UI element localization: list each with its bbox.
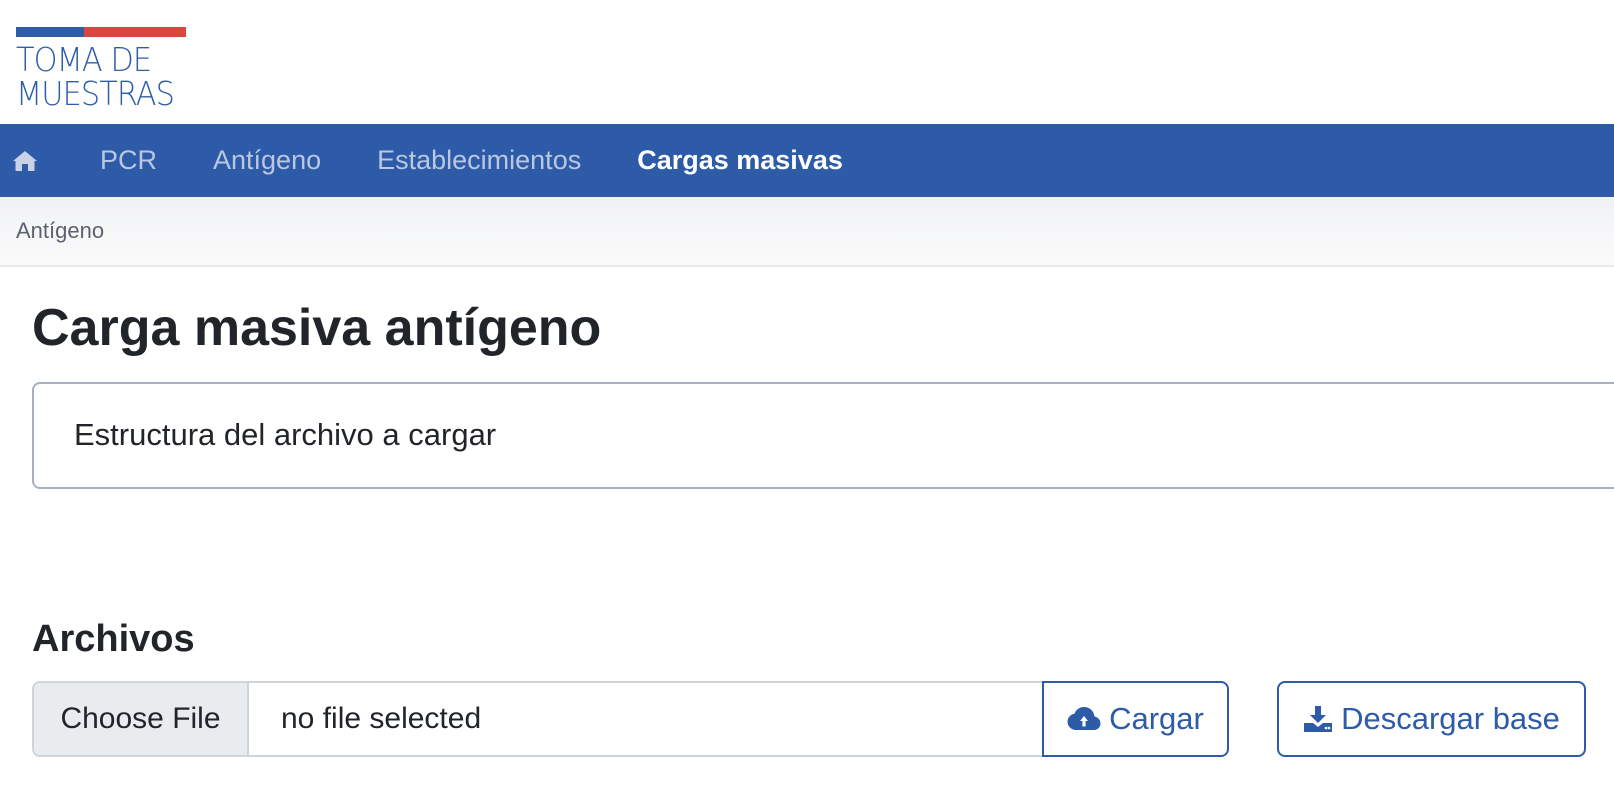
nav-item-antigeno[interactable]: Antígeno bbox=[213, 145, 321, 176]
file-name-display: no file selected bbox=[281, 702, 482, 735]
home-icon bbox=[13, 150, 37, 171]
download-base-button[interactable]: Descargar base bbox=[1277, 681, 1586, 757]
download-button-label: Descargar base bbox=[1341, 701, 1560, 736]
choose-file-button[interactable]: Choose File bbox=[34, 683, 249, 755]
file-structure-card[interactable]: Estructura del archivo a cargar bbox=[32, 382, 1614, 489]
cloud-upload-icon bbox=[1067, 707, 1101, 730]
site-header: TOMA DE MUESTRAS bbox=[0, 0, 1614, 124]
main-navbar: PCR Antígeno Establecimientos Cargas mas… bbox=[0, 124, 1614, 197]
page-title: Carga masiva antígeno bbox=[32, 299, 602, 357]
breadcrumb-current[interactable]: Antígeno bbox=[16, 218, 104, 244]
nav-item-pcr[interactable]: PCR bbox=[100, 145, 157, 176]
upload-button-label: Cargar bbox=[1109, 701, 1204, 736]
logo-line-1: TOMA DE bbox=[16, 40, 152, 79]
nav-item-cargas-masivas[interactable]: Cargas masivas bbox=[637, 145, 843, 176]
logo-flag-bar bbox=[16, 27, 186, 37]
logo-bar-red bbox=[84, 27, 186, 37]
logo-line-2: MUESTRAS bbox=[16, 74, 175, 113]
site-logo[interactable]: TOMA DE MUESTRAS bbox=[16, 27, 186, 111]
download-icon bbox=[1304, 706, 1333, 732]
logo-bar-blue bbox=[16, 27, 84, 37]
nav-home-link[interactable] bbox=[0, 124, 72, 197]
nav-item-establecimientos[interactable]: Establecimientos bbox=[377, 145, 581, 176]
file-input[interactable]: Choose File no file selected bbox=[32, 681, 1044, 757]
card-title: Estructura del archivo a cargar bbox=[74, 417, 497, 452]
breadcrumb: Antígeno bbox=[0, 197, 1614, 267]
logo-text: TOMA DE MUESTRAS bbox=[16, 40, 175, 113]
section-title-archivos: Archivos bbox=[32, 618, 195, 660]
upload-button[interactable]: Cargar bbox=[1042, 681, 1229, 757]
